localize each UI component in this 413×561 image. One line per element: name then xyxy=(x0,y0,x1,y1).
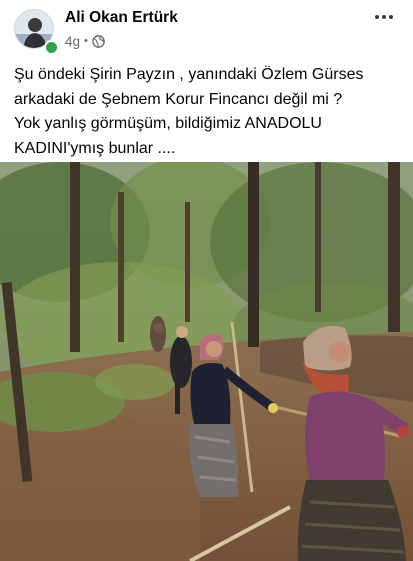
more-options-icon[interactable] xyxy=(371,6,397,28)
meta-separator: • xyxy=(84,35,88,47)
post-photo[interactable] xyxy=(0,162,413,561)
online-status-icon xyxy=(44,40,59,55)
post-caption: Şu öndeki Şirin Payzın , yanındaki Özlem… xyxy=(14,66,364,157)
post-header: Ali Okan Ertürk 4g • xyxy=(0,0,413,58)
author-name[interactable]: Ali Okan Ertürk xyxy=(65,9,178,27)
post-time[interactable]: 4g xyxy=(65,34,80,49)
post-meta: 4g • xyxy=(65,32,105,50)
facebook-post: Ali Okan Ertürk 4g • Şu öndeki Şirin Pay… xyxy=(0,0,413,561)
globe-icon xyxy=(92,34,105,48)
